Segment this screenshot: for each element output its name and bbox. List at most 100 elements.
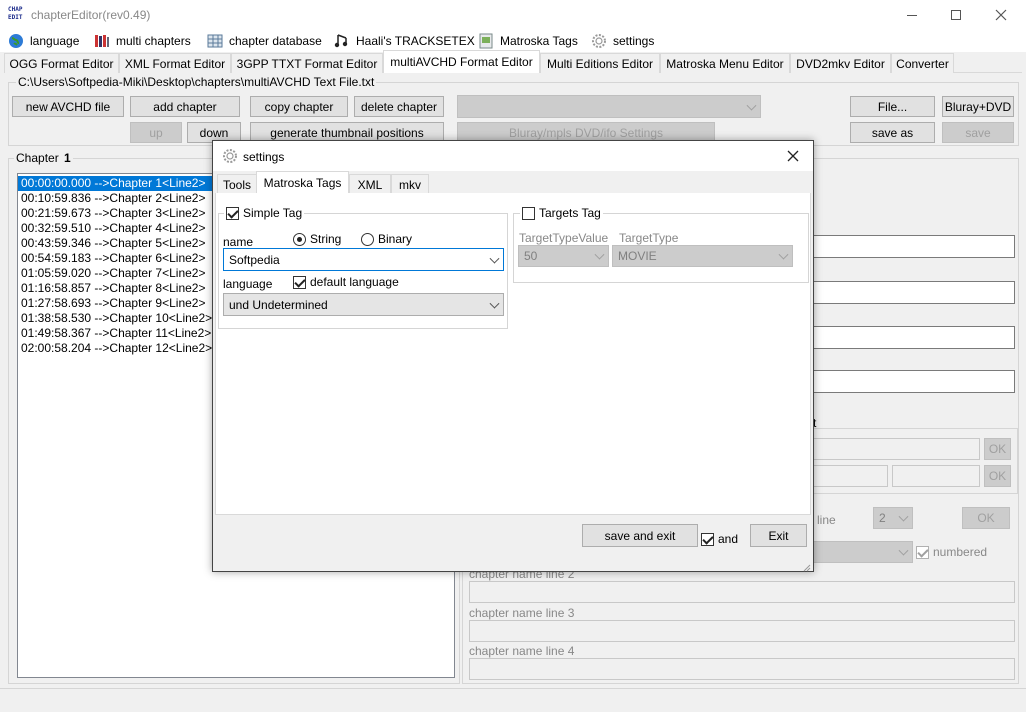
targets-tag-checkbox[interactable]: Targets Tag	[520, 206, 603, 220]
chapter-name-line-4-field[interactable]	[469, 658, 1015, 680]
menu-chapter-database[interactable]: chapter database	[207, 31, 322, 51]
right-sub-field-2	[813, 465, 888, 487]
ok-button-3[interactable]: OK	[962, 507, 1010, 529]
gear-icon	[222, 148, 238, 167]
menu-chapter-database-label: chapter database	[229, 34, 322, 48]
line-label: line	[817, 513, 836, 527]
delete-chapter-button[interactable]: delete chapter	[354, 96, 444, 117]
target-type: MOVIE	[618, 249, 657, 263]
chapter-label: Chapter 1	[14, 151, 73, 165]
targets-tag-check-icon	[522, 206, 535, 220]
target-type-value: 50	[524, 249, 538, 263]
target-type-value-combo[interactable]: 50	[518, 245, 609, 267]
right-combo-2[interactable]	[813, 541, 913, 563]
binary-radio-icon	[361, 232, 374, 246]
tab-dvd2mkv[interactable]: DVD2mkv Editor	[790, 53, 891, 73]
language-combo-value: und Undetermined	[229, 297, 328, 312]
menu-multi-chapters[interactable]: multi chapters	[94, 31, 191, 51]
tab-3gpp[interactable]: 3GPP TTXT Format Editor	[231, 53, 383, 73]
globe-icon	[8, 33, 24, 49]
menu-settings[interactable]: settings	[591, 31, 654, 51]
tab-xml[interactable]: XML Format Editor	[119, 53, 231, 73]
menu-matroska-tags-label: Matroska Tags	[500, 34, 578, 48]
language-label: language	[223, 277, 273, 291]
app-logo: CHAP EDIT	[8, 6, 23, 21]
ok-button-2[interactable]: OK	[984, 465, 1011, 487]
dialog-title-bar: settings	[213, 141, 813, 171]
binary-label: Binary	[378, 232, 413, 246]
string-label: String	[310, 232, 342, 246]
tags-icon	[478, 33, 494, 49]
exit-button[interactable]: Exit	[750, 524, 807, 547]
right-field-3[interactable]	[813, 326, 1015, 349]
resize-grip-icon[interactable]	[801, 561, 811, 572]
tab-multi-editions[interactable]: Multi Editions Editor	[540, 53, 660, 73]
right-sub-field-3	[892, 465, 980, 487]
menu-multi-chapters-label: multi chapters	[116, 34, 191, 48]
right-field-4[interactable]	[813, 370, 1015, 393]
dialog-tab-tools[interactable]: Tools	[217, 174, 257, 194]
dialog-tab-xml[interactable]: XML	[349, 174, 391, 194]
name-label: name	[223, 235, 254, 249]
numbered-label: numbered	[933, 545, 988, 559]
dialog-close-icon[interactable]	[785, 148, 801, 164]
dialog-tab-matroska-tags[interactable]: Matroska Tags	[256, 171, 349, 194]
default-language-checkbox[interactable]: default language	[293, 275, 399, 289]
up-button[interactable]: up	[130, 122, 182, 143]
default-language-label: default language	[310, 275, 399, 289]
chapter-name-line-2-field[interactable]	[469, 581, 1015, 603]
line-combo[interactable]: 2	[873, 507, 913, 529]
avchd-combo[interactable]	[457, 95, 761, 118]
binary-radio[interactable]: Binary	[361, 232, 412, 246]
menu-language[interactable]: language	[8, 31, 79, 51]
and-check-icon	[701, 532, 714, 546]
dialog-tab-mkv[interactable]: mkv	[391, 174, 429, 194]
close-icon[interactable]	[986, 0, 1016, 30]
simple-tag-check-icon	[226, 206, 239, 220]
file-button[interactable]: File...	[850, 96, 935, 117]
ok-button-1[interactable]: OK	[984, 438, 1011, 460]
bluray-dvd-button[interactable]: Bluray+DVD	[942, 96, 1014, 117]
chapter-name-line-4-label: chapter name line 4	[469, 644, 575, 658]
maximize-icon[interactable]	[941, 0, 971, 30]
menu-settings-label: settings	[613, 34, 655, 48]
menu-language-label: language	[30, 34, 80, 48]
chapter-label-text: Chapter	[16, 151, 59, 165]
save-button[interactable]: save	[942, 122, 1014, 143]
simple-tag-checkbox[interactable]: Simple Tag	[224, 206, 305, 220]
tab-matroska-menu[interactable]: Matroska Menu Editor	[660, 53, 790, 73]
language-combo[interactable]: und Undetermined	[223, 293, 504, 316]
window-title: chapterEditor(rev0.49)	[31, 8, 151, 22]
file-path: C:\Users\Softpedia-Miki\Desktop\chapters…	[16, 75, 377, 89]
new-avchd-button[interactable]: new AVCHD file	[12, 96, 124, 117]
chapter-number: 1	[64, 151, 71, 165]
gear-icon	[591, 33, 607, 49]
numbered-checkbox[interactable]: numbered	[916, 545, 987, 559]
minimize-icon[interactable]	[897, 0, 927, 30]
chapter-name-line-3-field[interactable]	[469, 620, 1015, 642]
right-field-2[interactable]	[813, 281, 1015, 304]
menu-haali-label: Haali's TRACKSETEX	[356, 34, 475, 48]
targets-tag-label: Targets Tag	[539, 206, 601, 220]
save-and-exit-button[interactable]: save and exit	[582, 524, 698, 547]
add-chapter-button[interactable]: add chapter	[130, 96, 240, 117]
save-as-button[interactable]: save as	[850, 122, 935, 143]
tab-ogg[interactable]: OGG Format Editor	[4, 53, 119, 73]
simple-tag-label: Simple Tag	[243, 206, 303, 220]
tab-multiavchd[interactable]: multiAVCHD Format Editor	[383, 50, 540, 73]
menu-matroska-tags[interactable]: Matroska Tags	[478, 31, 578, 51]
target-type-combo[interactable]: MOVIE	[612, 245, 793, 267]
copy-chapter-button[interactable]: copy chapter	[250, 96, 348, 117]
books-icon	[94, 33, 110, 49]
chapter-name-line-3-label: chapter name line 3	[469, 606, 575, 620]
name-combo[interactable]: Softpedia	[223, 248, 504, 271]
and-checkbox[interactable]: and	[701, 532, 738, 546]
string-radio[interactable]: String	[293, 232, 341, 246]
right-field-1[interactable]	[813, 235, 1015, 258]
tab-converter[interactable]: Converter	[891, 53, 954, 73]
dialog-title: settings	[243, 150, 285, 164]
menu-haali[interactable]: Haali's TRACKSETEX	[334, 31, 475, 51]
numbered-check-icon	[916, 545, 929, 559]
and-label: and	[718, 532, 739, 546]
chapter-list-item[interactable]: 00:00:00.000 -->Chapter 1<Line2>	[18, 176, 212, 191]
